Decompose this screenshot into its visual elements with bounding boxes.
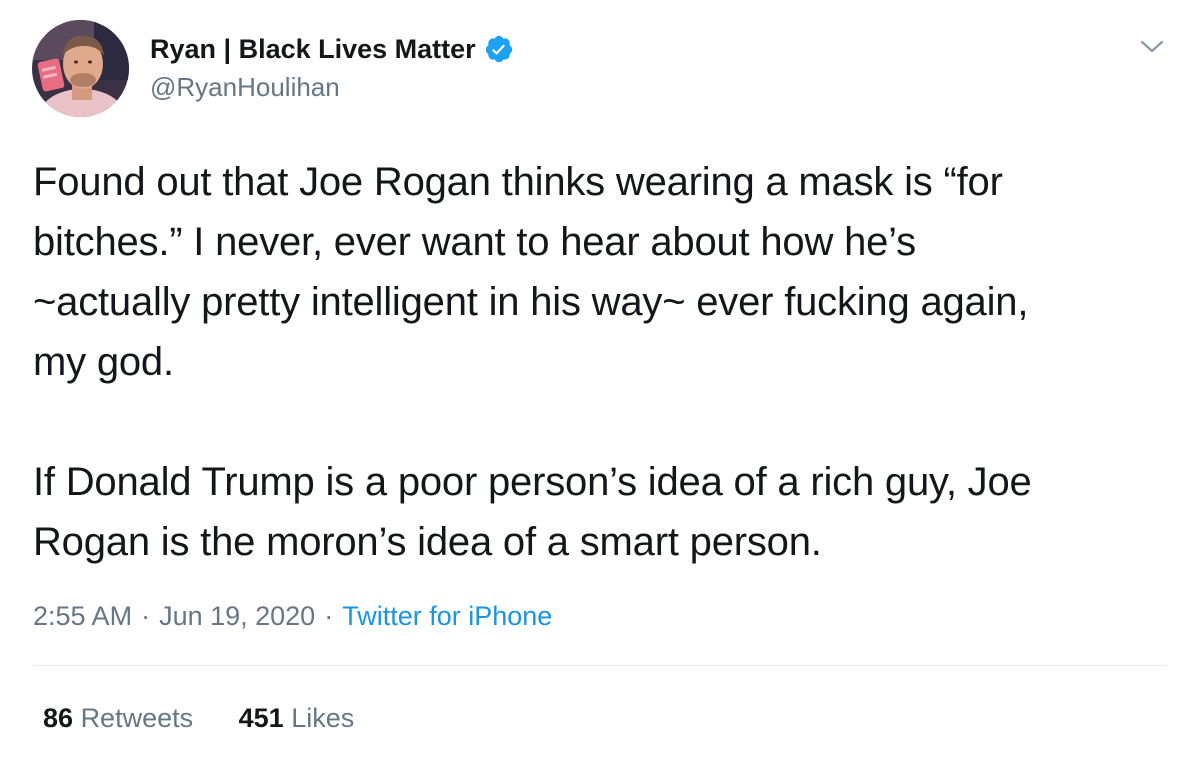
avatar[interactable] (32, 20, 129, 117)
tweet-meta: 2:55 AM · Jun 19, 2020 · Twitter for iPhone (33, 598, 552, 634)
likes-count: 451 (238, 703, 284, 733)
tweet-text-line: bitches.” I never, ever want to hear abo… (33, 220, 916, 264)
tweet-text-line: my god. (33, 340, 174, 384)
divider (33, 665, 1167, 666)
author-name-row[interactable]: Ryan | Black Lives Matter (150, 30, 514, 68)
likes-stat[interactable]: 451 Likes (239, 700, 355, 736)
tweet-time[interactable]: 2:55 AM (33, 601, 132, 631)
tweet-card: Ryan | Black Lives Matter @RyanHoulihan … (0, 0, 1198, 766)
tweet-text-line: If Donald Trump is a poor person’s idea … (33, 460, 1032, 504)
author-handle[interactable]: @RyanHoulihan (150, 70, 340, 104)
meta-separator: · (141, 601, 151, 631)
retweets-stat[interactable]: 86 Retweets (43, 700, 193, 736)
tweet-text: Found out that Joe Rogan thinks wearing … (33, 152, 1173, 572)
avatar-image (32, 20, 129, 117)
verified-badge-icon (484, 34, 514, 64)
retweets-label: Retweets (80, 703, 194, 733)
tweet-source-link[interactable]: Twitter for iPhone (342, 601, 552, 631)
likes-label: Likes (291, 703, 355, 733)
display-name[interactable]: Ryan | Black Lives Matter (150, 30, 476, 68)
tweet-text-line: ~actually pretty intelligent in his way~… (33, 280, 1029, 324)
paragraph-break (33, 392, 1173, 452)
tweet-stats: 86 Retweets 451 Likes (43, 700, 354, 736)
tweet-date[interactable]: Jun 19, 2020 (159, 601, 315, 631)
chevron-down-icon[interactable] (1138, 32, 1166, 60)
meta-separator: · (324, 601, 334, 631)
tweet-text-line: Found out that Joe Rogan thinks wearing … (33, 160, 1003, 204)
retweets-count: 86 (43, 703, 74, 733)
tweet-text-line: Rogan is the moron’s idea of a smart per… (33, 520, 822, 564)
